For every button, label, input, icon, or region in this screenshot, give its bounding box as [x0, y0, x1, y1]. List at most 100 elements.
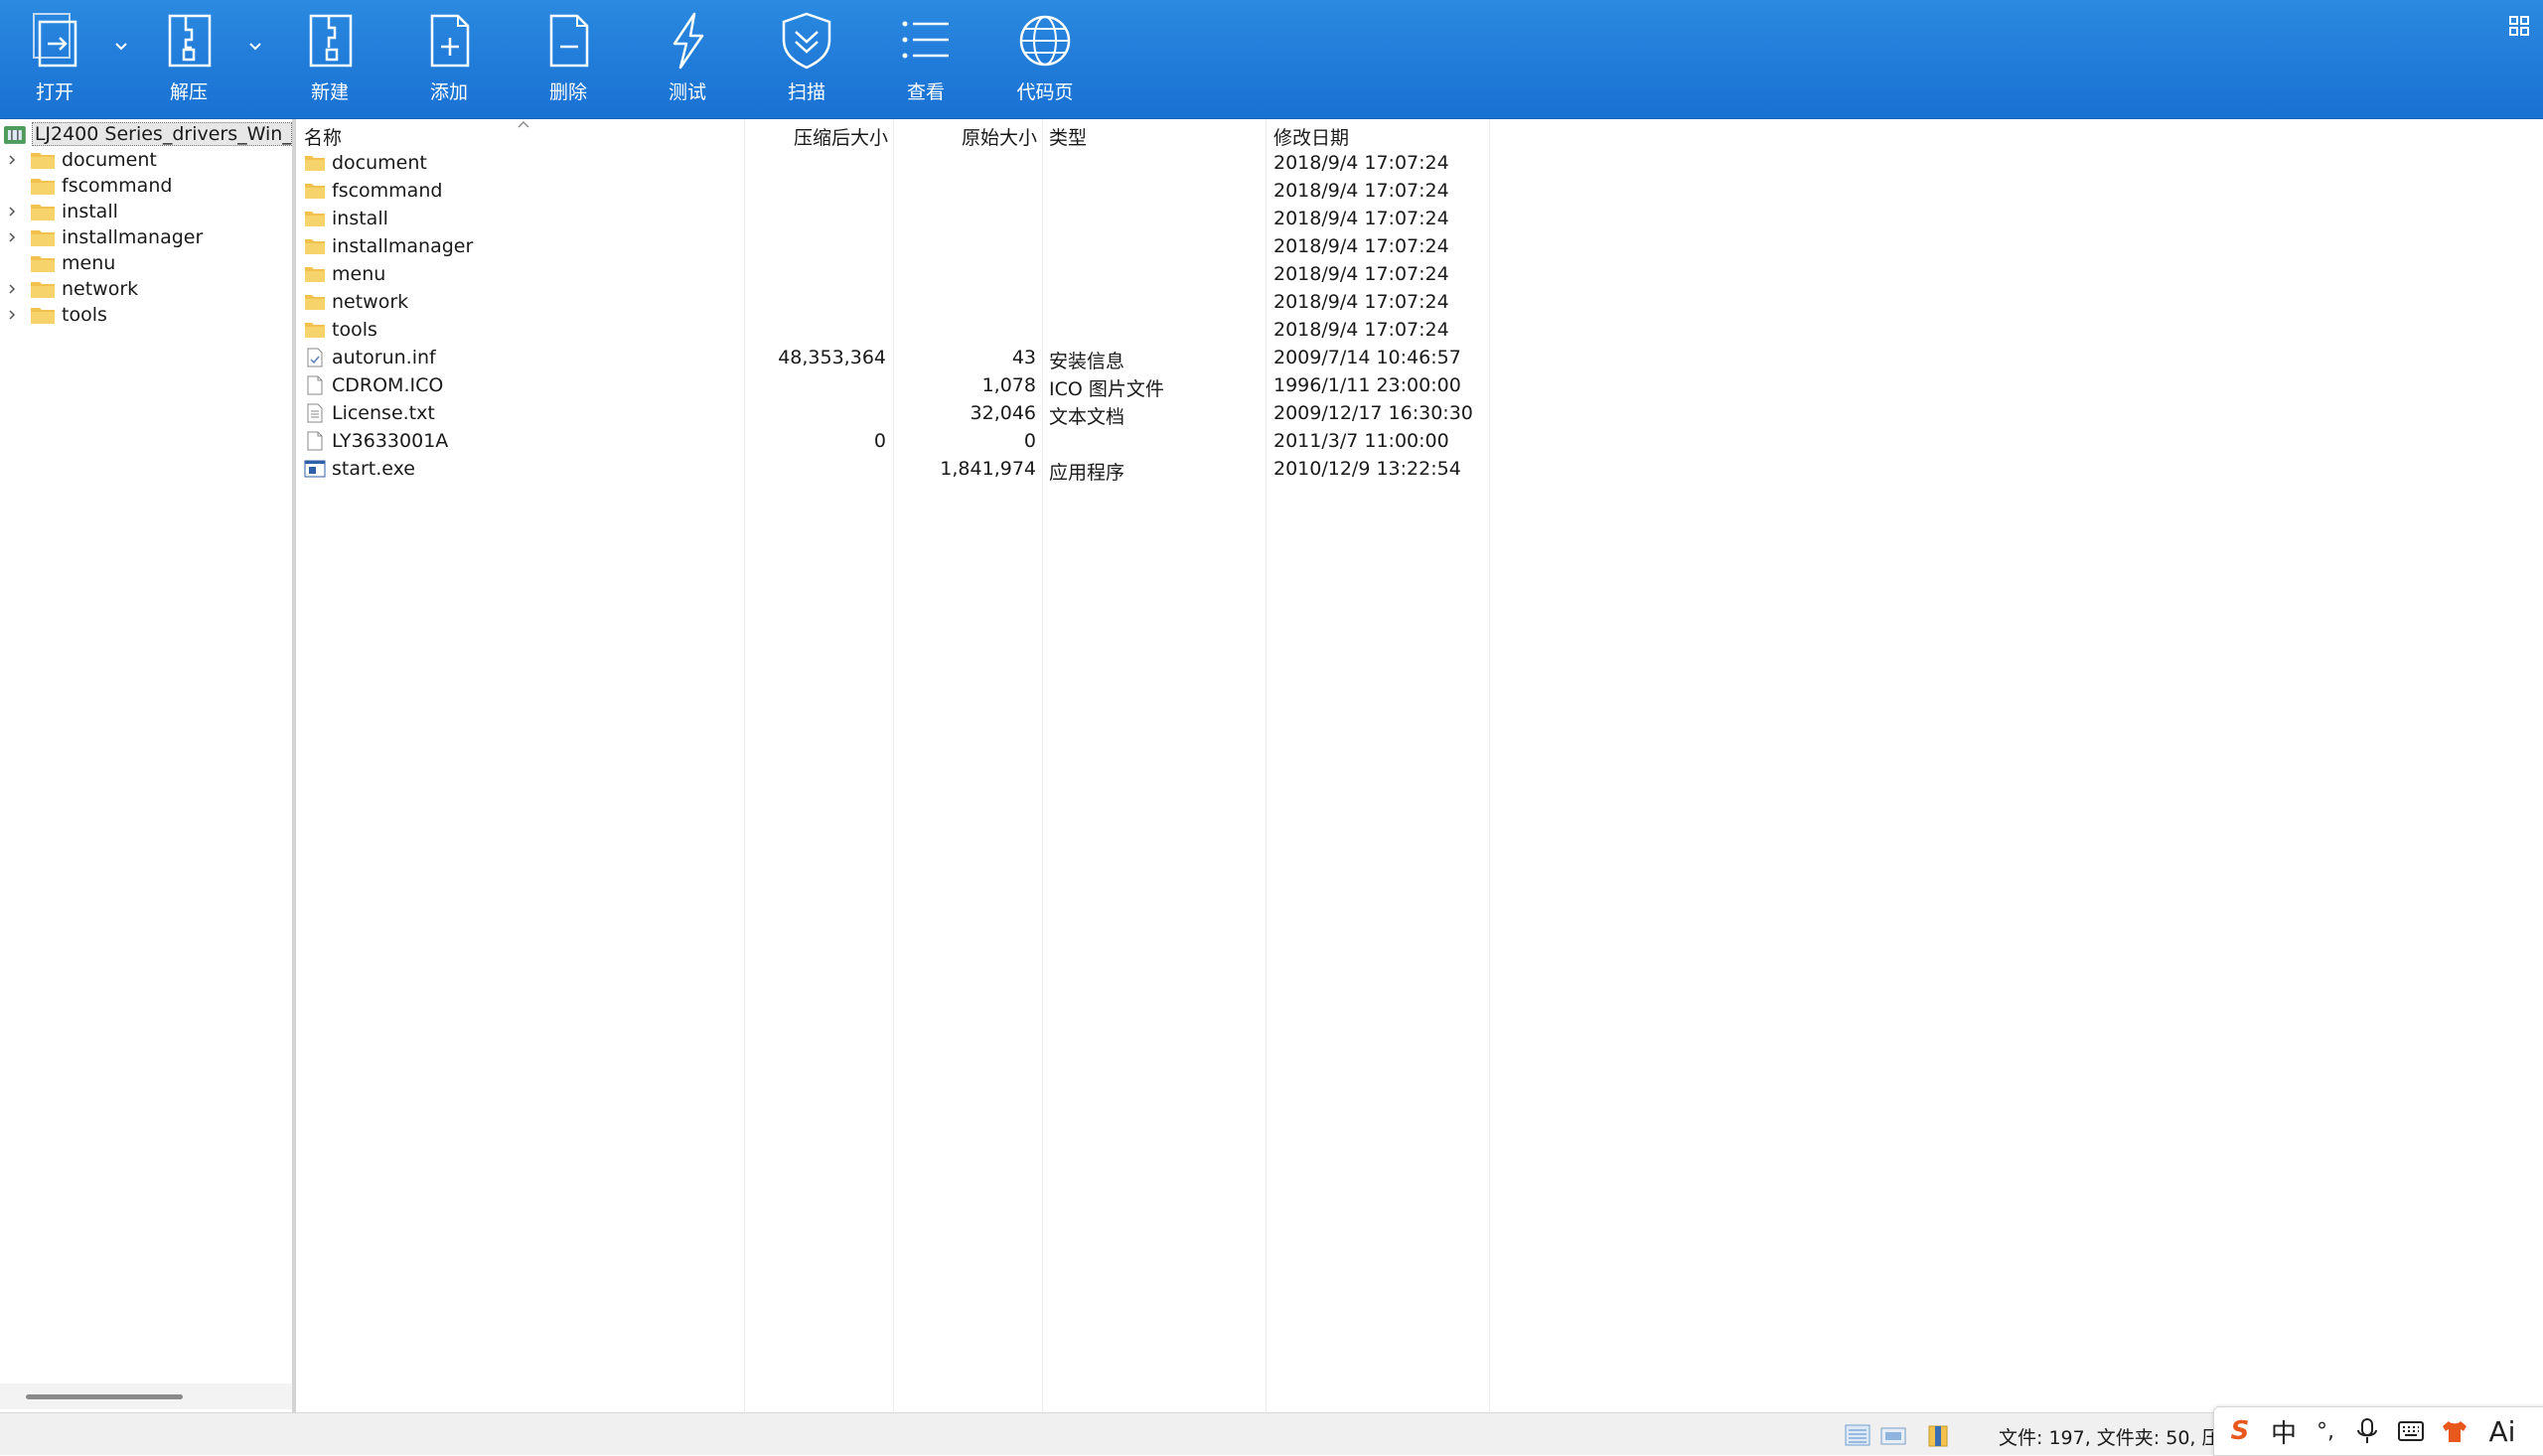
folder-icon	[31, 308, 55, 324]
ime-keyboard-button[interactable]	[2393, 1413, 2429, 1449]
scan-button[interactable]: 扫描	[752, 10, 861, 113]
ime-punctuation-toggle[interactable]: °,	[2308, 1413, 2343, 1449]
add-label: 添加	[429, 81, 468, 103]
column-header-modified[interactable]: 修改日期	[1273, 123, 1349, 149]
expand-chevron-icon[interactable]	[0, 276, 24, 302]
codepage-label: 代码页	[1016, 81, 1074, 103]
scrollbar-thumb[interactable]	[26, 1394, 183, 1399]
expand-chevron-icon[interactable]	[0, 199, 24, 224]
tree-item-document[interactable]: document	[0, 147, 292, 173]
table-row[interactable]: LY3633001A 0 0 2011/3/7 11:00:00	[296, 427, 1488, 455]
add-button[interactable]: 添加	[394, 10, 504, 113]
modified-date: 2018/9/4 17:07:24	[1273, 319, 1449, 341]
original-size: 43	[1011, 347, 1036, 368]
tree-item-fscommand[interactable]: fscommand	[0, 173, 292, 199]
folder-icon	[304, 264, 332, 284]
tree-item-tools[interactable]: tools	[0, 302, 292, 328]
codepage-button[interactable]: 代码页	[990, 10, 1100, 113]
table-row[interactable]: menu 2018/9/4 17:07:24	[296, 260, 1488, 288]
ime-microphone-button[interactable]	[2349, 1413, 2385, 1449]
window-layout-icon[interactable]	[2507, 14, 2531, 38]
table-row[interactable]: CDROM.ICO 1,078 ICO 图片文件 1996/1/11 23:00:00	[296, 371, 1488, 400]
table-row[interactable]: autorun.inf 48,353,364 43 安装信息 2009/7/14 10:…	[296, 344, 1488, 372]
folder-icon	[304, 153, 332, 173]
column-header-type[interactable]: 类型	[1049, 123, 1087, 149]
view-list-icon	[902, 21, 949, 59]
folder-tree: LJ2400 Series_drivers_Win_201 document f…	[0, 119, 293, 1412]
tree-item-label: fscommand	[62, 175, 173, 197]
file-name-text: install	[332, 208, 388, 229]
folder-icon	[31, 282, 55, 298]
table-row[interactable]: installmanager 2018/9/4 17:07:24	[296, 232, 1488, 260]
table-row[interactable]: document 2018/9/4 17:07:24	[296, 149, 1488, 177]
delete-button[interactable]: 删除	[514, 10, 623, 113]
test-label: 测试	[668, 81, 706, 103]
file-type: 安装信息	[1049, 351, 1125, 372]
modified-date: 2018/9/4 17:07:24	[1273, 152, 1449, 174]
modified-date: 2009/12/17 16:30:30	[1273, 402, 1473, 424]
file-name: install	[304, 205, 388, 232]
tree-item-label: install	[62, 201, 118, 222]
ime-skin-button[interactable]	[2437, 1413, 2472, 1449]
file-list: 名称 压缩后大小 原始大小 类型 修改日期 document 2018/9/4 1…	[296, 119, 2543, 1412]
file-name: network	[304, 288, 408, 316]
archive-drive-icon	[3, 126, 26, 144]
tree-root-label: LJ2400 Series_drivers_Win_201	[31, 122, 292, 146]
file-name-text: menu	[332, 263, 386, 285]
tree-horizontal-scrollbar[interactable]	[0, 1383, 292, 1409]
tree-item-installmanager[interactable]: installmanager	[0, 224, 292, 250]
table-row[interactable]: install 2018/9/4 17:07:24	[296, 205, 1488, 232]
toolbar: 打开 解压 新建 添加 删除 测试 扫描 查看 代码页	[0, 0, 2543, 119]
modified-date: 1996/1/11 23:00:00	[1273, 374, 1461, 396]
extract-dropdown-chevron-icon[interactable]	[246, 40, 264, 54]
add-icon	[430, 14, 470, 68]
file-name: document	[304, 149, 427, 177]
tree-item-label: installmanager	[62, 226, 204, 248]
test-button[interactable]: 测试	[633, 10, 742, 113]
table-row[interactable]: network 2018/9/4 17:07:24	[296, 288, 1488, 316]
status-bar: 文件: 197, 文件夹: 50, 压缩	[0, 1412, 2543, 1455]
thumbnail-view-icon[interactable]	[1879, 1422, 1907, 1448]
view-button[interactable]: 查看	[871, 10, 980, 113]
modified-date: 2018/9/4 17:07:24	[1273, 235, 1449, 257]
tree-item-menu[interactable]: menu	[0, 250, 292, 276]
folder-icon	[31, 153, 55, 169]
archive-info-icon[interactable]	[1925, 1422, 1953, 1448]
details-view-icon[interactable]	[1844, 1422, 1871, 1448]
table-row[interactable]: fscommand 2018/9/4 17:07:24	[296, 177, 1488, 205]
folder-icon	[304, 209, 332, 228]
table-row[interactable]: start.exe 1,841,974 应用程序 2010/12/9 13:22:54	[296, 455, 1488, 484]
column-header-size[interactable]: 原始大小	[893, 123, 1037, 149]
tree-item-label: tools	[62, 304, 107, 326]
modified-date: 2018/9/4 17:07:24	[1273, 291, 1449, 313]
open-icon	[33, 13, 77, 68]
open-dropdown-chevron-icon[interactable]	[112, 40, 130, 54]
delete-label: 删除	[548, 81, 587, 103]
column-header-name[interactable]: 名称	[304, 123, 342, 149]
expand-chevron-icon[interactable]	[0, 224, 24, 250]
scan-label: 扫描	[787, 81, 825, 103]
ime-language-toggle[interactable]: 中	[2266, 1413, 2302, 1449]
ime-logo[interactable]: S	[2222, 1413, 2258, 1449]
table-row[interactable]: tools 2018/9/4 17:07:24	[296, 316, 1488, 344]
expand-chevron-icon[interactable]	[0, 302, 24, 328]
tree-item-install[interactable]: install	[0, 199, 292, 224]
column-header-packed-size[interactable]: 压缩后大小	[744, 123, 888, 149]
file-type: ICO 图片文件	[1049, 378, 1164, 400]
folder-icon	[304, 236, 332, 256]
microphone-icon	[2357, 1418, 2377, 1443]
tree-root-archive[interactable]: LJ2400 Series_drivers_Win_201	[0, 121, 292, 147]
extract-button[interactable]: 解压	[134, 10, 243, 113]
tree-item-network[interactable]: network	[0, 276, 292, 302]
ime-ai-button[interactable]: Ai	[2484, 1413, 2520, 1449]
table-row[interactable]: License.txt 32,046 文本文档 2009/12/17 16:30:30	[296, 399, 1488, 428]
new-archive-icon	[309, 14, 353, 68]
file-name: tools	[304, 316, 377, 344]
expand-chevron-icon[interactable]	[0, 147, 24, 173]
open-button[interactable]: 打开	[0, 10, 109, 113]
original-size: 0	[1023, 430, 1036, 452]
new-archive-button[interactable]: 新建	[275, 10, 384, 113]
tree-item-label: document	[62, 149, 157, 171]
status-text: 文件: 197, 文件夹: 50, 压缩	[1999, 1427, 2240, 1449]
folder-icon	[31, 205, 55, 220]
